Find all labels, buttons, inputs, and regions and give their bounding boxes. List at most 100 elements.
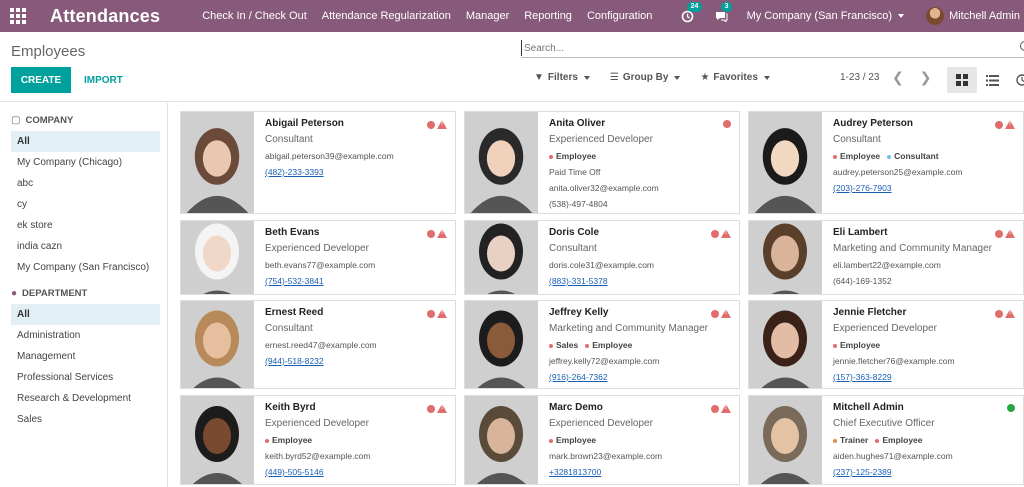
employee-card[interactable]: Beth Evans Experienced Developer beth.evan… — [180, 220, 456, 295]
employee-photo — [749, 221, 822, 294]
employee-photo — [465, 112, 538, 213]
employee-email: beth.evans77@example.com — [265, 260, 376, 270]
employee-phone[interactable]: (157)-363-8229 — [833, 372, 1023, 382]
employee-tag-label: Employee — [592, 340, 633, 350]
employee-phone[interactable]: +3281813700 — [549, 467, 739, 477]
employee-photo — [465, 221, 538, 294]
employee-phone[interactable]: (944)-518-8232 — [265, 356, 455, 366]
employee-job-title: Experienced Developer — [833, 323, 937, 334]
search-icon[interactable] — [1020, 41, 1024, 51]
employee-phone[interactable]: (916)-264-7362 — [549, 372, 739, 382]
employee-card[interactable]: Doris Cole Consultant doris.cole31@example… — [464, 220, 740, 295]
employee-phone[interactable]: (203)-276-7903 — [833, 183, 1023, 193]
menu-configuration[interactable]: Configuration — [587, 10, 652, 22]
department-filter-administration[interactable]: Administration — [11, 325, 160, 346]
apps-menu-icon[interactable] — [0, 0, 36, 32]
favorites-dropdown[interactable]: ★ Favorites — [700, 72, 770, 83]
company-filter-ek-store[interactable]: ek store — [11, 215, 160, 236]
employee-name[interactable]: Mitchell Admin — [833, 402, 1023, 413]
employee-card[interactable]: Eli Lambert Marketing and Community Manag… — [748, 220, 1024, 295]
chevron-right-icon[interactable]: ❯ — [920, 69, 932, 86]
employee-tags: Employee — [549, 151, 739, 161]
user-menu[interactable]: Mitchell Admin — [949, 10, 1020, 22]
create-button[interactable]: CREATE — [11, 67, 71, 93]
company-filter-chicago[interactable]: My Company (Chicago) — [11, 152, 160, 173]
filters-dropdown[interactable]: ▼ Filters — [534, 72, 590, 83]
messages-chat-icon[interactable]: 3 — [713, 2, 733, 25]
pager-value[interactable]: 1-23 / 23 — [840, 72, 879, 83]
company-filter-abc[interactable]: abc — [11, 173, 160, 194]
employee-card[interactable]: Mitchell Admin Chief Executive Officer Tra… — [748, 395, 1024, 485]
employee-email: aiden.hughes71@example.com — [833, 451, 953, 461]
activity-count-badge: 24 — [686, 2, 703, 12]
employee-tag: Employee — [833, 340, 880, 350]
company-section-header: ▢ COMPANY — [11, 115, 159, 126]
employee-phone[interactable]: (883)-331-5378 — [549, 276, 739, 286]
employee-email: audrey.peterson25@example.com — [833, 167, 963, 177]
absent-dot-icon — [723, 120, 731, 128]
breadcrumb: Employees — [11, 43, 86, 60]
employee-name[interactable]: Anita Oliver — [549, 118, 739, 129]
department-filter-sales[interactable]: Sales — [11, 409, 160, 430]
employee-card[interactable]: Keith Byrd Experienced Developer Employee k… — [180, 395, 456, 485]
employee-card[interactable]: Audrey Peterson Consultant Employee Consult… — [748, 111, 1024, 214]
tag-color-dot — [549, 343, 553, 348]
employee-card[interactable]: Ernest Reed Consultant ernest.reed47@examp… — [180, 300, 456, 389]
import-button[interactable]: IMPORT — [84, 67, 123, 93]
employee-card[interactable]: Abigail Peterson Consultant abigail.peters… — [180, 111, 456, 214]
company-filter-all[interactable]: All — [11, 131, 160, 152]
employee-tag-label: Sales — [556, 340, 579, 350]
list-view-button[interactable] — [977, 67, 1007, 93]
absent-dot-icon — [427, 404, 435, 413]
department-filter-research-development[interactable]: Research & Development — [11, 388, 160, 409]
company-filter-cy[interactable]: cy — [11, 194, 160, 215]
presence-status — [995, 229, 1015, 238]
menu-check-in-out[interactable]: Check In / Check Out — [202, 10, 307, 22]
employee-tag: Employee — [549, 435, 596, 445]
department-filter-management[interactable]: Management — [11, 346, 160, 367]
user-avatar[interactable] — [926, 7, 945, 25]
company-switcher[interactable]: My Company (San Francisco) — [747, 10, 905, 22]
warning-icon — [437, 404, 447, 413]
activity-view-button[interactable] — [1007, 67, 1024, 93]
absent-dot-icon — [995, 229, 1003, 238]
employee-work-status: Paid Time Off — [549, 167, 601, 177]
presence-status — [427, 229, 447, 238]
employee-job-title: Consultant — [549, 243, 597, 254]
department-filter-professional-services[interactable]: Professional Services — [11, 367, 160, 388]
department-filter-all[interactable]: All — [11, 304, 160, 325]
chevron-left-icon[interactable]: ❮ — [892, 69, 904, 86]
presence-status — [723, 120, 731, 128]
employee-phone[interactable]: (237)-125-2389 — [833, 467, 1023, 477]
employee-card[interactable]: Jennie Fletcher Experienced Developer Empl… — [748, 300, 1024, 389]
employee-tags: Employee — [265, 435, 455, 445]
activity-clock-icon[interactable]: 24 — [679, 2, 703, 25]
kanban-view-button[interactable] — [947, 67, 977, 93]
warning-icon — [1005, 120, 1015, 129]
employee-email: anita.oliver32@example.com — [549, 183, 659, 193]
search-input[interactable] — [521, 40, 1011, 56]
employee-job-title: Chief Executive Officer — [833, 418, 935, 429]
menu-manager[interactable]: Manager — [466, 10, 509, 22]
menu-reporting[interactable]: Reporting — [524, 10, 572, 22]
company-filter-san-francisco[interactable]: My Company (San Francisco) — [11, 257, 160, 278]
employee-phone[interactable]: (449)-505-5146 — [265, 467, 455, 477]
groupby-dropdown[interactable]: ☰ Group By — [610, 72, 681, 83]
employee-card[interactable]: Anita Oliver Experienced Developer Employe… — [464, 111, 740, 214]
employee-card[interactable]: Marc Demo Experienced Developer Employee ma… — [464, 395, 740, 485]
employee-job-title: Consultant — [833, 134, 881, 145]
company-filter-india-cazn[interactable]: india cazn — [11, 236, 160, 257]
tag-color-dot — [833, 438, 837, 443]
menu-attendance-regularization[interactable]: Attendance Regularization — [322, 10, 451, 22]
employee-photo — [465, 301, 538, 388]
employee-card[interactable]: Jeffrey Kelly Marketing and Community Man… — [464, 300, 740, 389]
users-icon: ● — [11, 288, 18, 299]
employee-photo — [749, 301, 822, 388]
absent-dot-icon — [427, 309, 435, 318]
warning-icon — [721, 404, 731, 413]
employee-tag: Employee — [549, 151, 596, 161]
presence-status — [711, 404, 731, 413]
employee-phone[interactable]: (482)-233-3393 — [265, 167, 455, 177]
app-title[interactable]: Attendances — [50, 6, 160, 27]
employee-phone[interactable]: (754)-532-3841 — [265, 276, 455, 286]
